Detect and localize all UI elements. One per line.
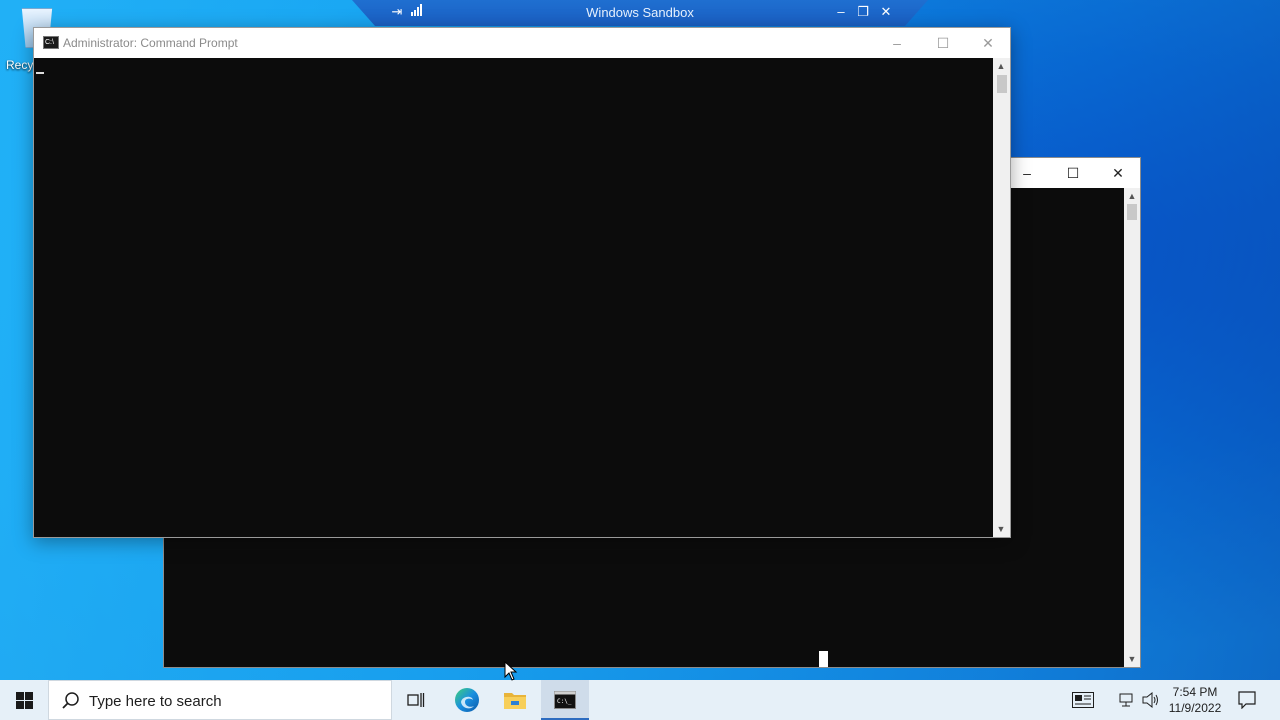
start-button[interactable] <box>0 680 48 720</box>
console-area[interactable] <box>34 58 993 537</box>
close-button[interactable]: ✕ <box>965 28 1011 58</box>
windows-logo-icon <box>15 691 33 709</box>
network-icon[interactable] <box>1118 690 1136 710</box>
scroll-up-icon[interactable]: ▲ <box>993 58 1009 74</box>
recycle-bin-label: Recy <box>6 58 34 72</box>
scroll-down-icon[interactable]: ▼ <box>993 521 1009 537</box>
sandbox-close-icon[interactable]: ✕ <box>877 3 895 21</box>
back-close-button[interactable]: ✕ <box>1095 158 1141 188</box>
command-prompt-titlebar[interactable]: C:\ Administrator: Command Prompt – ☐ ✕ <box>34 28 1010 58</box>
command-prompt-taskbar-button[interactable]: C:\_ <box>541 680 589 720</box>
edge-button[interactable] <box>443 680 491 720</box>
back-scroll-thumb[interactable] <box>1127 204 1137 220</box>
task-view-icon <box>407 693 425 707</box>
edge-icon <box>455 688 479 712</box>
maximize-button[interactable]: ☐ <box>920 28 966 58</box>
console-scroll-thumb[interactable] <box>997 75 1007 93</box>
notification-center-icon[interactable] <box>1237 690 1257 710</box>
sandbox-restore-icon[interactable]: ❐ <box>854 3 872 21</box>
sandbox-titlebar: ⇥ Windows Sandbox – ❐ ✕ <box>352 0 928 26</box>
console-caret <box>36 72 44 74</box>
volume-icon[interactable] <box>1141 690 1161 710</box>
console-scrollbar[interactable]: ▲ ▼ <box>993 58 1010 537</box>
file-explorer-button[interactable] <box>491 680 539 720</box>
taskbar-search-box[interactable]: Type here to search <box>48 680 392 720</box>
back-maximize-button[interactable]: ☐ <box>1050 158 1096 188</box>
minimize-button[interactable]: – <box>874 28 920 58</box>
cmd-app-icon: C:\ <box>43 36 59 49</box>
text-cursor <box>819 651 828 667</box>
back-scrollbar[interactable]: ▲ ▼ <box>1124 188 1140 667</box>
clock-time: 7:54 PM <box>1172 685 1218 699</box>
command-prompt-icon: C:\_ <box>554 691 576 709</box>
task-view-button[interactable] <box>392 680 440 720</box>
taskbar-clock[interactable]: 7:54 PM 11/9/2022 <box>1162 684 1228 716</box>
scroll-up-icon[interactable]: ▲ <box>1124 188 1140 204</box>
search-placeholder: Type here to search <box>89 693 222 710</box>
scroll-down-icon[interactable]: ▼ <box>1124 651 1140 667</box>
news-interests-icon[interactable] <box>1071 690 1095 710</box>
file-explorer-icon <box>504 693 526 709</box>
svg-text:C:\_: C:\_ <box>557 698 572 705</box>
window-title: Administrator: Command Prompt <box>63 36 238 50</box>
taskbar: Type here to search C:\_ 7:54 PM 11/9/20… <box>0 680 1280 720</box>
clock-date: 11/9/2022 <box>1168 701 1222 715</box>
search-icon <box>62 692 79 709</box>
command-prompt-window[interactable]: C:\ Administrator: Command Prompt – ☐ ✕ … <box>33 27 1011 538</box>
sandbox-minimize-icon[interactable]: – <box>832 3 850 21</box>
